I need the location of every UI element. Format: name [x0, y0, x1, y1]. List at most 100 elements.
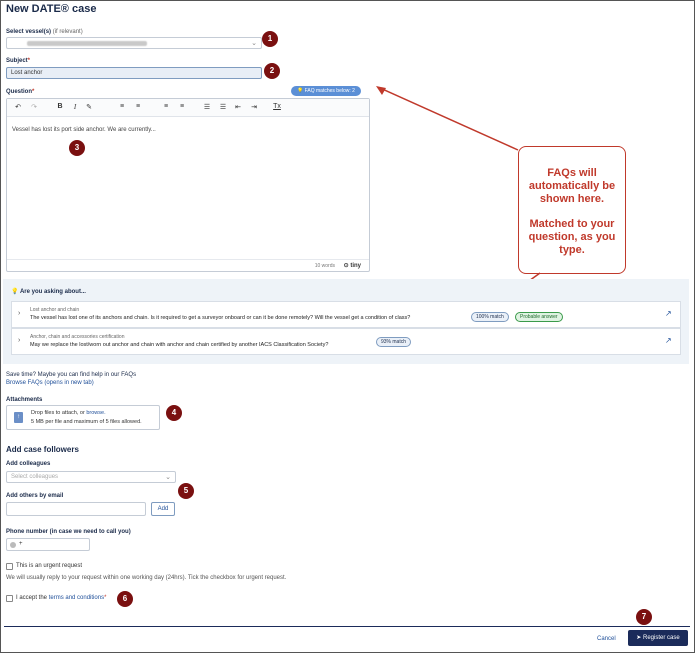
align-right-icon[interactable]: ≡ — [161, 103, 171, 110]
upload-file-icon: ↑ — [14, 412, 23, 423]
urgent-label: This is an urgent request — [16, 563, 83, 569]
editor-toolbar: ↶ ↷ B I ✎ ≡ ≡ ≡ ≡ ☰ ☰ ⇤ ⇥ Tx — [7, 99, 369, 117]
subject-value: Lost anchor — [11, 70, 43, 76]
subject-label-text: Subject — [6, 58, 28, 64]
faq-item-question: May we replace the lost/worn out anchor … — [30, 342, 329, 348]
add-email-button[interactable]: Add — [151, 502, 175, 516]
lightbulb-icon: 💡 — [297, 88, 304, 94]
bold-icon[interactable]: B — [55, 103, 65, 110]
email-label: Add others by email — [6, 493, 64, 499]
annotation-badge-3: 3 — [69, 140, 85, 156]
external-link-icon[interactable]: ↗ — [665, 336, 672, 345]
faq-panel: 💡 Are you asking about... › Lost anchor … — [3, 279, 689, 364]
terms-link[interactable]: terms and conditions — [49, 595, 104, 601]
globe-icon[interactable] — [10, 542, 16, 548]
callout-arrows — [376, 86, 541, 297]
terms-prefix: I accept the — [16, 595, 48, 601]
question-editor[interactable]: ↶ ↷ B I ✎ ≡ ≡ ≡ ≡ ☰ ☰ ⇤ ⇥ Tx Vessel has … — [6, 98, 370, 272]
subject-input[interactable]: Lost anchor — [6, 67, 262, 79]
question-label-text: Question — [6, 89, 33, 95]
annotation-badge-7: 7 — [636, 609, 652, 625]
faq-matches-badge[interactable]: 💡 FAQ matches below: 2 — [291, 86, 361, 96]
footer-divider — [4, 626, 690, 627]
annotation-badge-2: 2 — [264, 63, 280, 79]
question-text: Vessel has lost its port side anchor. We… — [12, 127, 156, 133]
faq-item-category: Anchor, chain and accessories certificat… — [30, 334, 125, 340]
match-badge: 100% match — [471, 312, 509, 322]
terms-required-mark: * — [104, 595, 107, 601]
vessel-select[interactable]: ⌄ — [6, 37, 262, 49]
undo-icon[interactable]: ↶ — [13, 103, 23, 111]
subject-required-mark: * — [27, 58, 31, 64]
cancel-button[interactable]: Cancel — [597, 636, 616, 642]
urgent-checkbox[interactable] — [6, 563, 13, 570]
word-count: 10 words — [314, 263, 335, 269]
chevron-right-icon: › — [18, 337, 21, 344]
attachment-limits: 5 MB per file and maximum of 5 files all… — [31, 419, 142, 425]
drop-text: Drop files to attach, or browse. — [31, 410, 106, 416]
faq-heading-text: Are you asking about... — [19, 289, 86, 295]
outdent-icon[interactable]: ⇤ — [233, 103, 243, 111]
browse-link[interactable]: browse. — [86, 410, 105, 416]
faq-item-category: Lost anchor and chain — [30, 307, 80, 313]
colleagues-placeholder: Select colleagues — [11, 474, 59, 480]
faq-item-question: The vessel has lost one of its anchors a… — [30, 315, 411, 321]
register-case-label: Register case — [643, 635, 680, 641]
annotation-badge-1: 1 — [262, 31, 278, 47]
terms-checkbox[interactable] — [6, 595, 13, 602]
numbered-list-icon[interactable]: ☰ — [218, 103, 228, 111]
page-title: New DATE® case — [6, 3, 97, 15]
vessel-redacted-value — [27, 41, 147, 46]
external-link-icon[interactable]: ↗ — [665, 309, 672, 318]
indent-icon[interactable]: ⇥ — [249, 103, 259, 111]
attachment-dropzone[interactable]: ↑ Drop files to attach, or browse. 5 MB … — [6, 405, 160, 430]
save-time-text: Save time? Maybe you can find help in ou… — [6, 372, 137, 378]
vessel-label: Select vessel(s) (if relevant) — [6, 29, 83, 35]
faq-matches-text: FAQ matches below: 2 — [304, 88, 355, 94]
urgent-note: We will usually reply to your request wi… — [6, 575, 287, 581]
send-icon: ➤ — [636, 635, 642, 641]
phone-prefix: + — [19, 541, 23, 547]
phone-input[interactable]: + — [6, 538, 90, 551]
bullet-list-icon[interactable]: ☰ — [202, 103, 212, 111]
editor-statusbar: 10 words ⊙ tiny — [7, 259, 369, 271]
tiny-logo-text: tiny — [350, 263, 361, 269]
align-left-icon[interactable]: ≡ — [117, 103, 127, 110]
chevron-down-icon: ⌄ — [165, 474, 171, 481]
browse-faqs-link[interactable]: Browse FAQs (opens in new tab) — [6, 380, 94, 386]
align-center-icon[interactable]: ≡ — [133, 103, 143, 110]
annotation-badge-6: 6 — [117, 591, 133, 607]
redo-icon[interactable]: ↷ — [29, 103, 39, 111]
email-input[interactable] — [6, 502, 146, 516]
chevron-down-icon: ⌄ — [251, 40, 257, 47]
colleagues-select[interactable]: Select colleagues ⌄ — [6, 471, 176, 483]
match-badge: 93% match — [376, 337, 412, 347]
vessel-hint: (if relevant) — [52, 29, 83, 35]
question-required-mark: * — [32, 89, 35, 95]
faq-item[interactable]: › Lost anchor and chain The vessel has l… — [11, 301, 681, 328]
attachments-label: Attachments — [6, 397, 43, 403]
faq-item[interactable]: › Anchor, chain and accessories certific… — [11, 328, 681, 355]
highlight-icon[interactable]: ✎ — [84, 103, 94, 111]
register-case-button[interactable]: ➤ Register case — [628, 630, 688, 646]
lightbulb-icon: 💡 — [11, 289, 19, 295]
italic-icon[interactable]: I — [70, 103, 80, 111]
chevron-right-icon: › — [18, 310, 21, 317]
arrowhead-badge — [376, 86, 386, 95]
probable-answer-badge: Probable answer — [515, 312, 563, 322]
arrow-to-badge — [379, 87, 519, 151]
phone-label: Phone number (in case we need to call yo… — [6, 529, 131, 535]
followers-heading: Add case followers — [6, 445, 79, 454]
vessel-label-text: Select vessel(s) — [6, 29, 52, 35]
terms-label: I accept the terms and conditions* — [16, 595, 106, 601]
subject-label: Subject* — [6, 58, 30, 64]
drop-text-label: Drop files to attach, or — [31, 410, 85, 416]
tiny-logo: ⊙ tiny — [343, 263, 361, 269]
question-label: Question* — [6, 89, 34, 95]
annotation-badge-4: 4 — [166, 405, 182, 421]
faq-heading: 💡 Are you asking about... — [11, 288, 86, 295]
annotation-badge-5: 5 — [178, 483, 194, 499]
clear-format-icon[interactable]: Tx — [272, 103, 282, 110]
colleagues-label: Add colleagues — [6, 461, 51, 467]
justify-icon[interactable]: ≡ — [177, 103, 187, 110]
